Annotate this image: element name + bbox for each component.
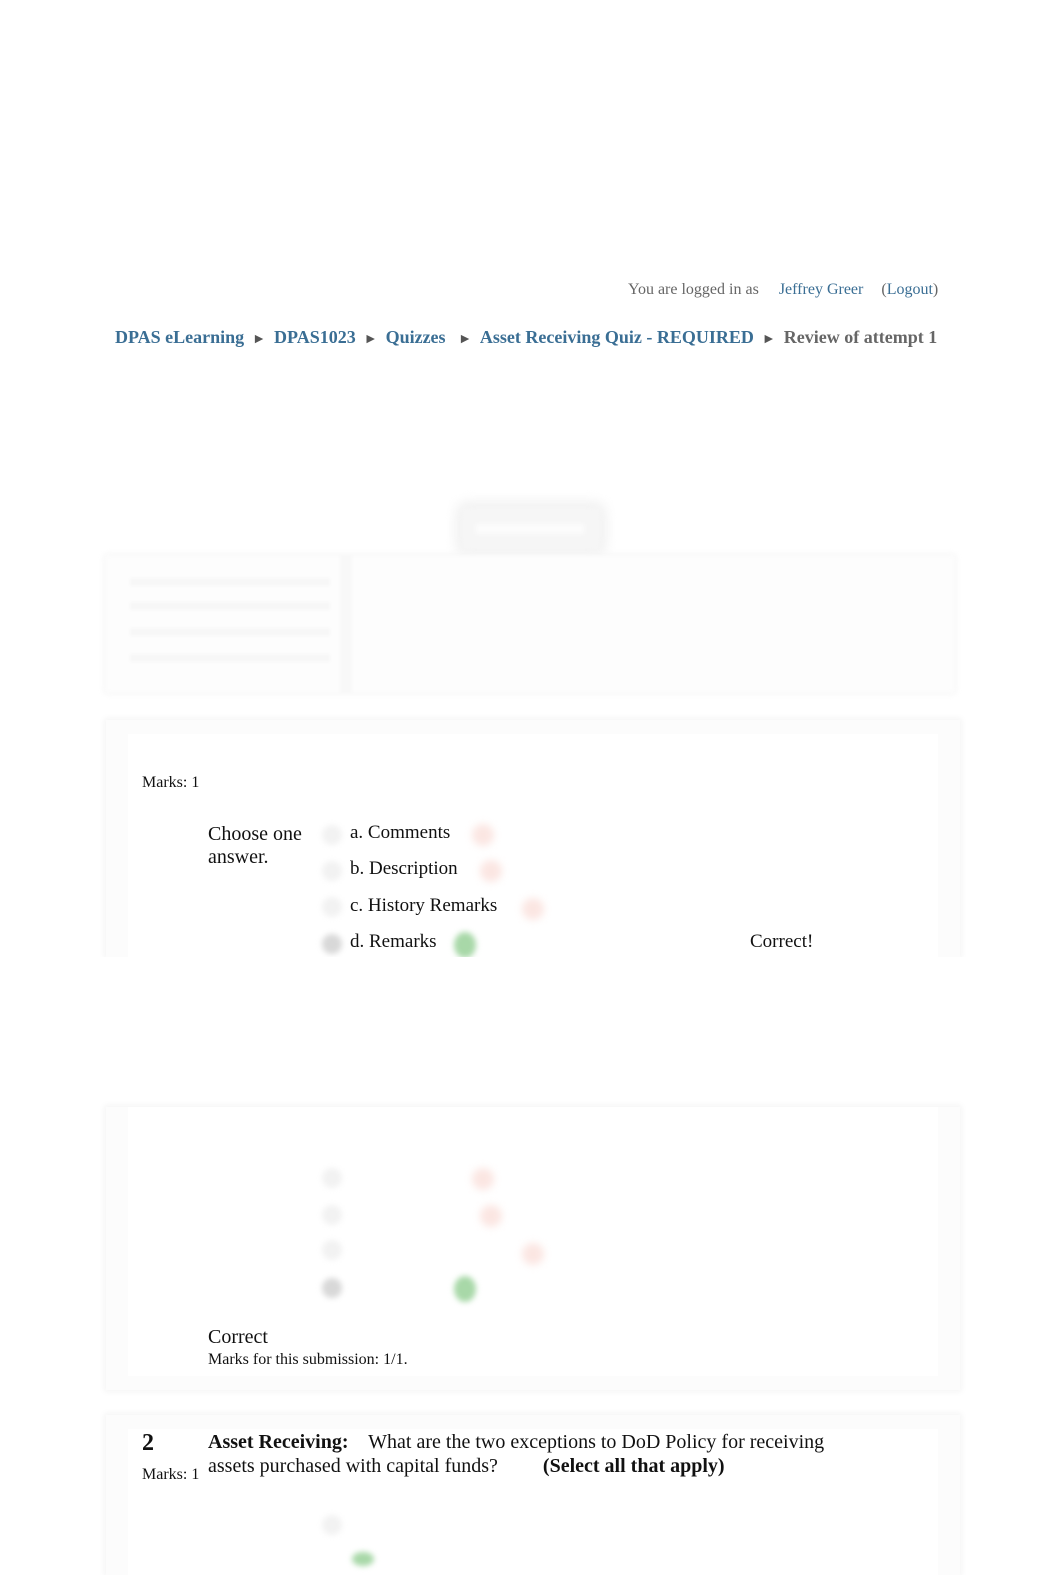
radio-option-d[interactable]: [322, 934, 342, 954]
summary-row: [130, 628, 330, 636]
logout-link[interactable]: Logout: [887, 281, 933, 298]
breadcrumb-item-course[interactable]: DPAS1023: [274, 327, 356, 347]
radio-option-a[interactable]: [322, 1168, 342, 1188]
cross-icon: [472, 824, 494, 846]
question-1-grade: Correct: [208, 1326, 268, 1348]
option-b-label[interactable]: b. Description: [350, 858, 458, 880]
radio-option-d[interactable]: [322, 1278, 342, 1298]
option-feedback: Correct!: [750, 931, 814, 952]
summary-row: [130, 602, 330, 610]
breadcrumb-separator-icon: ►: [252, 332, 267, 347]
attempt-summary-table: [106, 556, 954, 692]
radio-option-b[interactable]: [322, 1205, 342, 1225]
option-d-label[interactable]: d. Remarks: [350, 931, 437, 953]
question-2-number: 2: [142, 1430, 154, 1456]
cross-icon: [480, 860, 502, 882]
check-icon: [352, 1552, 374, 1566]
question-1-instruction: Choose one answer.: [208, 823, 302, 868]
logged-in-prefix: You are logged in as: [628, 281, 759, 298]
summary-label-column: [122, 556, 352, 692]
blurred-button-label: [476, 524, 584, 534]
breadcrumb-separator-icon: ►: [458, 332, 472, 347]
logout-close-paren: ): [932, 281, 939, 298]
breadcrumb: DPAS eLearning ► DPAS1023 ► Quizzes ► Asset R…: [115, 327, 945, 350]
breadcrumb-item-quiz[interactable]: Asset Receiving Quiz - REQUIRED: [480, 327, 754, 347]
radio-option-b[interactable]: [322, 861, 342, 881]
question-2-marks: Marks: 1: [142, 1466, 200, 1480]
checkbox-option[interactable]: [322, 1515, 342, 1535]
summary-row: [130, 654, 330, 662]
summary-row: [130, 578, 330, 586]
question-2-topic: Asset Receiving:: [208, 1431, 349, 1453]
radio-option-c[interactable]: [322, 897, 342, 917]
check-icon: [454, 1276, 476, 1302]
blurred-button[interactable]: [462, 508, 600, 550]
option-a-label[interactable]: a. Comments: [350, 822, 450, 844]
page-gap: [0, 957, 1062, 1107]
check-icon: [454, 932, 476, 958]
cross-icon: [472, 1168, 494, 1190]
cross-icon: [522, 898, 544, 920]
breadcrumb-separator-icon: ►: [363, 332, 378, 347]
breadcrumb-separator-icon: ►: [761, 332, 776, 347]
question-1-marks-submission: Marks for this submission: 1/1.: [208, 1351, 408, 1368]
question-2-text: Asset Receiving: What are the two except…: [208, 1430, 848, 1478]
question-2-instruction: (Select all that apply): [542, 1455, 725, 1477]
breadcrumb-item-quizzes[interactable]: Quizzes: [386, 327, 446, 347]
cross-icon: [480, 1205, 502, 1227]
radio-option-a[interactable]: [322, 825, 342, 845]
radio-option-c[interactable]: [322, 1240, 342, 1260]
breadcrumb-item-home[interactable]: DPAS eLearning: [115, 327, 244, 347]
breadcrumb-current: Review of attempt 1: [783, 327, 938, 347]
question-1-marks: Marks: 1: [142, 774, 200, 791]
cross-icon: [522, 1243, 544, 1265]
login-info: You are logged in as Jeffrey Greer (Logo…: [628, 281, 938, 299]
user-profile-link[interactable]: Jeffrey Greer: [779, 281, 864, 298]
option-c-label[interactable]: c. History Remarks: [350, 895, 497, 917]
